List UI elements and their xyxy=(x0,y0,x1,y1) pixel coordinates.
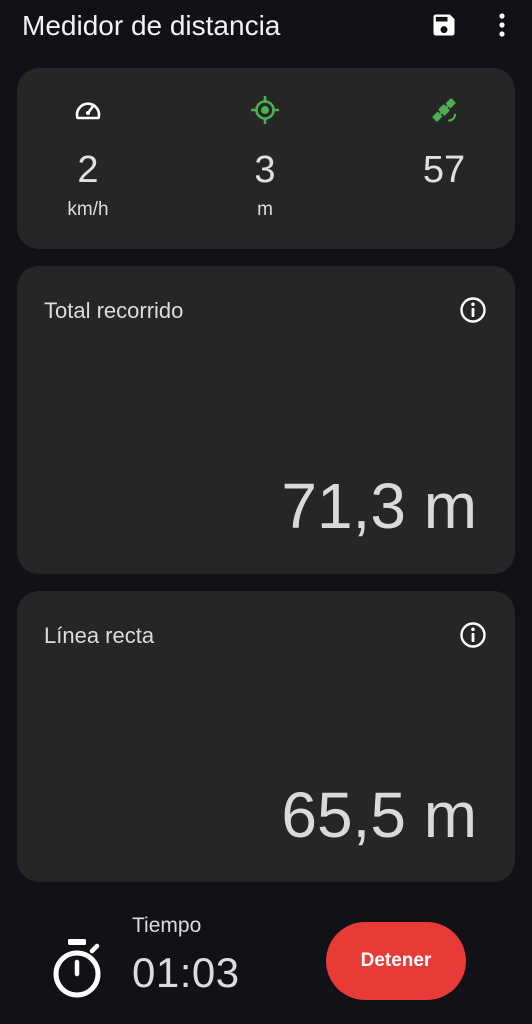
accuracy-value: 3 xyxy=(254,149,276,191)
satellite-icon xyxy=(432,98,456,122)
app-bar: Medidor de distancia xyxy=(0,0,532,52)
satellites-value: 57 xyxy=(422,149,466,191)
info-icon[interactable] xyxy=(459,296,487,324)
more-options-button[interactable] xyxy=(488,10,516,40)
gps-stats-card: 2 km/h 3 m 57 xyxy=(17,68,515,249)
accuracy-unit: m xyxy=(257,199,273,220)
straight-line-value: 65,5 m xyxy=(281,779,477,851)
straight-line-card: Línea recta 65,5 m xyxy=(17,591,515,882)
total-distance-card: Total recorrido 71,3 m xyxy=(17,266,515,574)
elapsed-time: 01:03 xyxy=(132,949,240,996)
straight-line-label: Línea recta xyxy=(44,623,155,648)
stopwatch-icon xyxy=(53,939,101,998)
total-distance-label: Total recorrido xyxy=(44,298,184,323)
time-label: Tiempo xyxy=(132,914,202,937)
speedometer-icon xyxy=(75,102,101,120)
save-icon xyxy=(433,14,455,36)
speed-unit: km/h xyxy=(67,199,109,220)
stop-button[interactable]: Detener xyxy=(326,922,466,1000)
save-button[interactable] xyxy=(429,10,459,40)
more-vert-icon xyxy=(499,13,505,37)
accuracy-stat: 3 m xyxy=(205,68,325,249)
info-icon[interactable] xyxy=(459,621,487,649)
app-title: Medidor de distancia xyxy=(22,10,281,41)
satellites-stat: 57 xyxy=(384,68,504,249)
speed-value: 2 xyxy=(77,149,99,191)
total-distance-value: 71,3 m xyxy=(281,470,477,542)
gps-fixed-icon xyxy=(251,96,279,124)
speed-stat: 2 km/h xyxy=(28,68,148,249)
